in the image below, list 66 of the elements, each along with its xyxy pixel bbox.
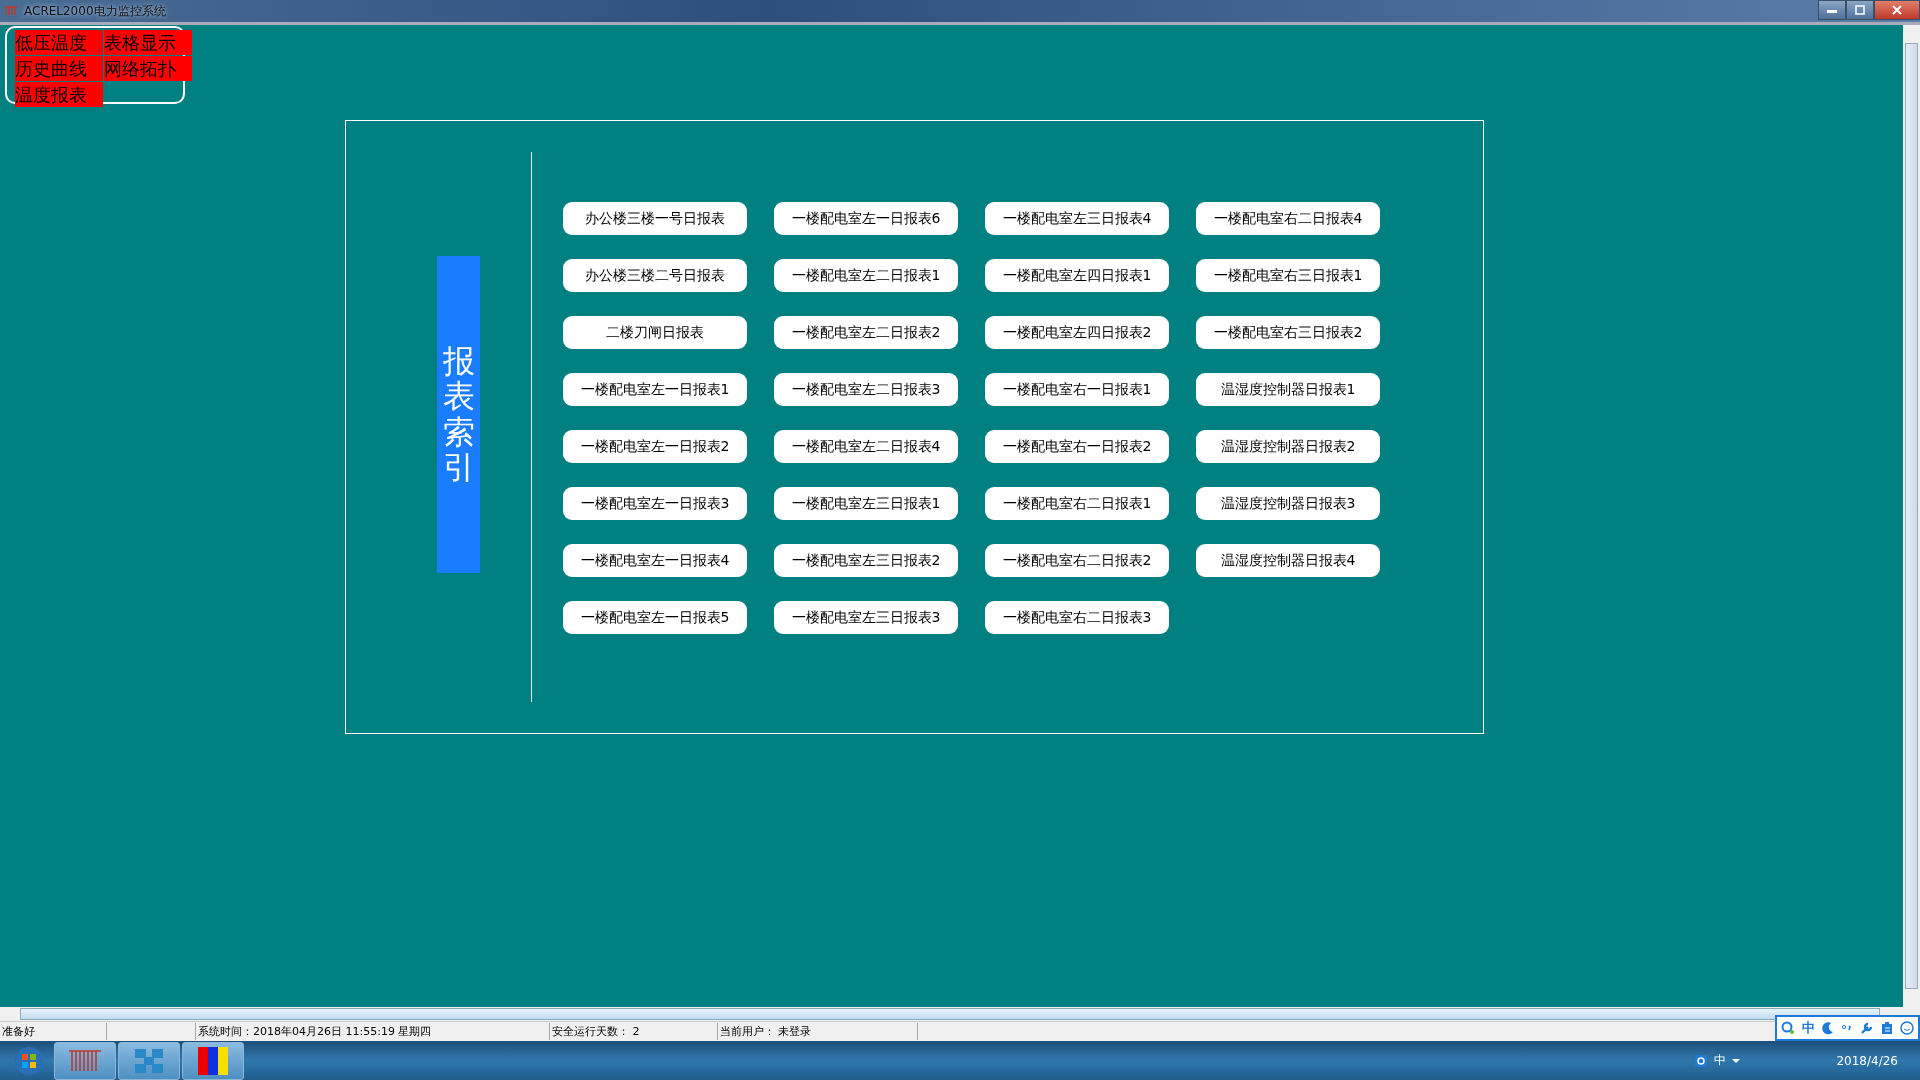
- menu-button[interactable]: 温度报表: [15, 82, 103, 107]
- report-button[interactable]: 二楼刀闸日报表: [563, 316, 747, 349]
- report-button[interactable]: 一楼配电室左三日报表4: [985, 202, 1169, 235]
- report-index-label: 报表索引: [437, 256, 480, 573]
- report-button[interactable]: 一楼配电室右二日报表2: [985, 544, 1169, 577]
- status-field: 安全运行天数： 2: [550, 1023, 718, 1040]
- maximize-icon: [1854, 5, 1866, 15]
- report-button[interactable]: 一楼配电室右一日报表2: [985, 430, 1169, 463]
- caret-icon: [1732, 1057, 1741, 1064]
- status-field: 当前用户： 未登录: [718, 1023, 918, 1040]
- status-field: 准备好: [0, 1023, 107, 1040]
- report-button[interactable]: 一楼配电室左一日报表1: [563, 373, 747, 406]
- moon-icon: [1822, 1021, 1834, 1035]
- wrench-icon: [1860, 1021, 1874, 1035]
- status-field: 系统时间：2018年04月26日 11:55:19 星期四: [195, 1023, 550, 1040]
- close-icon: [1891, 5, 1903, 15]
- report-button[interactable]: 一楼配电室左四日报表2: [985, 316, 1169, 349]
- report-button[interactable]: 一楼配电室左一日报表2: [563, 430, 747, 463]
- taskbar-app-button[interactable]: [54, 1041, 116, 1080]
- menu-button[interactable]: 低压温度: [15, 30, 103, 55]
- taskbar-app-button[interactable]: [182, 1041, 244, 1080]
- report-button[interactable]: 温湿度控制器日报表1: [1196, 373, 1380, 406]
- app-icon: [4, 5, 18, 17]
- report-button[interactable]: 一楼配电室左二日报表4: [774, 430, 958, 463]
- taskbar-app-button[interactable]: [118, 1041, 180, 1080]
- report-button[interactable]: 一楼配电室右三日报表1: [1196, 259, 1380, 292]
- report-button[interactable]: 一楼配电室右一日报表1: [985, 373, 1169, 406]
- report-button[interactable]: 一楼配电室左一日报表4: [563, 544, 747, 577]
- report-button[interactable]: 一楼配电室左三日报表1: [774, 487, 958, 520]
- menu-button[interactable]: 历史曲线: [15, 56, 103, 81]
- report-button[interactable]: 一楼配电室左一日报表3: [563, 487, 747, 520]
- report-button[interactable]: 一楼配电室左二日报表3: [774, 373, 958, 406]
- report-button[interactable]: 一楼配电室右二日报表4: [1196, 202, 1380, 235]
- report-button[interactable]: 办公楼三楼二号日报表: [563, 259, 747, 292]
- report-button[interactable]: 一楼配电室左四日报表1: [985, 259, 1169, 292]
- network-icon: [132, 1046, 166, 1075]
- ime-icon: [1694, 1053, 1709, 1068]
- report-button[interactable]: 温湿度控制器日报表4: [1196, 544, 1380, 577]
- report-button[interactable]: 一楼配电室左二日报表2: [774, 316, 958, 349]
- clipboard-icon: [1881, 1021, 1893, 1035]
- maximize-button[interactable]: [1846, 0, 1874, 20]
- report-button[interactable]: 温湿度控制器日报表3: [1196, 487, 1380, 520]
- horizontal-scrollbar[interactable]: [0, 1007, 1920, 1021]
- report-button[interactable]: 办公楼三楼一号日报表: [563, 202, 747, 235]
- report-button[interactable]: 一楼配电室左一日报表6: [774, 202, 958, 235]
- report-button[interactable]: 一楼配电室右三日报表2: [1196, 316, 1380, 349]
- ime-indicator[interactable]: 中: [1714, 1052, 1727, 1069]
- smiley-icon: [1900, 1021, 1914, 1035]
- report-button[interactable]: 一楼配电室左三日报表3: [774, 601, 958, 634]
- vertical-scrollbar[interactable]: [1903, 25, 1920, 1007]
- color-bars-icon: [196, 1045, 230, 1076]
- report-button[interactable]: 一楼配电室右二日报表3: [985, 601, 1169, 634]
- close-button[interactable]: [1874, 0, 1920, 20]
- windows-logo-icon: [14, 1045, 44, 1076]
- menu-button[interactable]: 网络拓扑: [104, 56, 192, 81]
- minimize-button[interactable]: [1818, 0, 1846, 20]
- ime-mode-toggle[interactable]: 中: [1802, 1019, 1815, 1037]
- search-icon: [1781, 1021, 1795, 1035]
- tray-date: 2018/4/26: [1836, 1053, 1898, 1068]
- report-button[interactable]: 温湿度控制器日报表2: [1196, 430, 1380, 463]
- report-button[interactable]: 一楼配电室左一日报表5: [563, 601, 747, 634]
- report-button[interactable]: 一楼配电室左二日报表1: [774, 259, 958, 292]
- menu-button[interactable]: 表格显示: [104, 30, 192, 55]
- report-button[interactable]: 一楼配电室右二日报表1: [985, 487, 1169, 520]
- window-title: ACREL2000电力监控系统: [24, 2, 166, 20]
- report-button[interactable]: 一楼配电室左三日报表2: [774, 544, 958, 577]
